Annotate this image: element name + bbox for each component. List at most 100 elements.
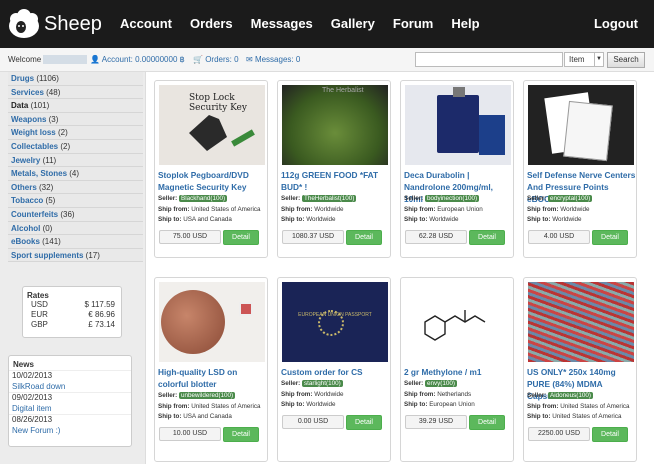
news-item: 10/02/2013 SilkRoad down (9, 370, 131, 392)
ship-to-label: Ship to: (158, 216, 184, 223)
detail-button[interactable]: Detail (469, 229, 505, 245)
product-title[interactable]: 2 gr Methylone / m1 (404, 366, 514, 378)
category-name[interactable]: Collectables (11, 142, 58, 151)
category-name[interactable]: Others (11, 183, 37, 192)
product-image[interactable]: EUROPEAN UNION PASSPORT (282, 282, 388, 362)
rate-row: USD $ 117.59 (23, 300, 121, 310)
news-box: News 10/02/2013 SilkRoad down 09/02/2013 Di… (8, 355, 132, 447)
ship-from-label: Ship from: (404, 205, 438, 213)
seller-badge[interactable]: TheHerbalist(100) (302, 195, 357, 202)
nav-account[interactable]: Account (120, 16, 172, 31)
seller-badge[interactable]: Blackhand(100) (179, 195, 228, 202)
seller-badge[interactable]: bodyinection(100) (425, 195, 480, 202)
nav-messages[interactable]: Messages (251, 16, 313, 31)
sidebar-item-metals-stones[interactable]: Metals, Stones (4) (8, 167, 143, 181)
news-date: 10/02/2013 (12, 371, 53, 380)
product-title[interactable]: Custom order for CS (281, 366, 391, 378)
category-name[interactable]: Jewelry (11, 156, 40, 165)
ship-to-value: Worldwide (306, 216, 336, 223)
sidebar-item-services[interactable]: Services (48) (8, 85, 143, 100)
messages-count[interactable]: ✉ Messages: 0 (246, 48, 300, 72)
ship-to-label: Ship to: (527, 216, 553, 223)
category-name[interactable]: Services (11, 88, 44, 97)
category-name[interactable]: Data (11, 101, 28, 110)
sidebar-item-counterfeits[interactable]: Counterfeits (36) (8, 207, 143, 222)
category-name[interactable]: Counterfeits (11, 210, 58, 219)
search-type-select[interactable]: Item ▼ (564, 52, 604, 67)
search-input[interactable] (415, 52, 563, 67)
seller-badge[interactable]: Aidoneus(100) (548, 392, 593, 399)
nav-gallery[interactable]: Gallery (331, 16, 375, 31)
nav-forum[interactable]: Forum (393, 16, 433, 31)
sidebar-item-sport-supplements[interactable]: Sport supplements (17) (8, 248, 143, 263)
seller-line: Seller: starlight(100) (281, 379, 344, 390)
seller-badge[interactable]: encryptal(100) (548, 195, 593, 202)
orders-count[interactable]: 🛒 Orders: 0 (193, 48, 239, 72)
product-meta: Seller: Blackhand(100) Ship from: United … (158, 194, 261, 226)
category-sidebar: Drugs (1106) Services (48) Data (101) Weapo… (8, 72, 143, 263)
product-title[interactable]: High-quality LSD on colorful blotter (158, 366, 268, 390)
category-name[interactable]: Weight loss (11, 128, 56, 137)
nav-orders[interactable]: Orders (190, 16, 233, 31)
sidebar-item-weight-loss[interactable]: Weight loss (2) (8, 126, 143, 140)
seller-badge[interactable]: starlight(100) (302, 380, 343, 387)
category-name[interactable]: Tobacco (11, 196, 43, 205)
sidebar-item-ebooks[interactable]: eBooks (141) (8, 235, 143, 249)
sidebar-item-others[interactable]: Others (32) (8, 180, 143, 195)
sidebar-item-data[interactable]: Data (101) (8, 99, 143, 113)
detail-button[interactable]: Detail (223, 426, 259, 442)
sidebar-item-jewelry[interactable]: Jewelry (11) (8, 153, 143, 168)
category-name[interactable]: Drugs (11, 74, 34, 83)
sidebar-item-weapons[interactable]: Weapons (3) (8, 112, 143, 127)
nav-help[interactable]: Help (451, 16, 479, 31)
product-image[interactable] (528, 85, 634, 165)
seller-badge[interactable]: unbewildered(100) (179, 392, 236, 399)
site-logo-text[interactable]: Sheep (44, 13, 102, 36)
product-card: Self Defense Nerve Centers And Pressure … (523, 80, 637, 258)
detail-button[interactable]: Detail (592, 426, 628, 442)
news-link[interactable]: SilkRoad down (12, 382, 131, 393)
ship-to-value: Worldwide (429, 216, 459, 223)
seller-line: Seller: unbewildered(100) (158, 391, 261, 402)
product-grid: Stop Lock Security Key Stoplok Pegboard/D… (145, 72, 654, 464)
category-name[interactable]: Weapons (11, 115, 46, 124)
product-image[interactable] (159, 282, 265, 362)
sidebar-item-collectables[interactable]: Collectables (2) (8, 139, 143, 154)
product-title[interactable]: 112g GREEN FOOD *FAT BUD* ! (281, 169, 391, 193)
product-meta: Seller: bodyinection(100) Ship from: Euro… (404, 194, 483, 226)
seller-line: Seller: envy(100) (404, 379, 475, 390)
price-box: 75.00 USD (159, 230, 221, 244)
sidebar-item-alcohol[interactable]: Alcohol (0) (8, 221, 143, 236)
seller-badge[interactable]: envy(100) (425, 380, 458, 387)
product-image[interactable] (405, 282, 511, 362)
news-link[interactable]: Digital item (12, 404, 131, 415)
ship-to-line: Ship to: Worldwide (527, 215, 592, 226)
search-button[interactable]: Search (607, 52, 645, 68)
detail-button[interactable]: Detail (469, 414, 505, 430)
sidebar-item-tobacco[interactable]: Tobacco (5) (8, 194, 143, 208)
product-image[interactable] (528, 282, 634, 362)
logout-link[interactable]: Logout (594, 16, 638, 31)
seller-label: Seller: (158, 392, 179, 399)
sheep-logo-icon[interactable] (6, 6, 42, 42)
category-name[interactable]: eBooks (11, 237, 40, 246)
product-image-text: The Herbalist (322, 87, 364, 94)
account-balance[interactable]: 👤 Account: 0.00000000 ฿ (90, 48, 185, 72)
category-name[interactable]: Metals, Stones (11, 169, 67, 178)
product-image[interactable] (405, 85, 511, 165)
product-image[interactable]: The Herbalist (282, 85, 388, 165)
detail-button[interactable]: Detail (223, 229, 259, 245)
sidebar-item-drugs[interactable]: Drugs (1106) (8, 72, 143, 86)
category-name[interactable]: Alcohol (11, 224, 40, 233)
product-title[interactable]: Stoplok Pegboard/DVD Magnetic Security K… (158, 169, 268, 193)
detail-button[interactable]: Detail (346, 229, 382, 245)
category-count: (3) (46, 114, 59, 124)
detail-button[interactable]: Detail (592, 229, 628, 245)
ship-from-line: Ship from: United States of America (527, 402, 630, 413)
rate-value: € 86.96 (88, 310, 115, 319)
detail-button[interactable]: Detail (346, 414, 382, 430)
category-name[interactable]: Sport supplements (11, 251, 83, 260)
news-link[interactable]: New Forum :) (12, 426, 131, 437)
product-image[interactable]: Stop Lock Security Key (159, 85, 265, 165)
ship-to-label: Ship to: (404, 401, 430, 408)
